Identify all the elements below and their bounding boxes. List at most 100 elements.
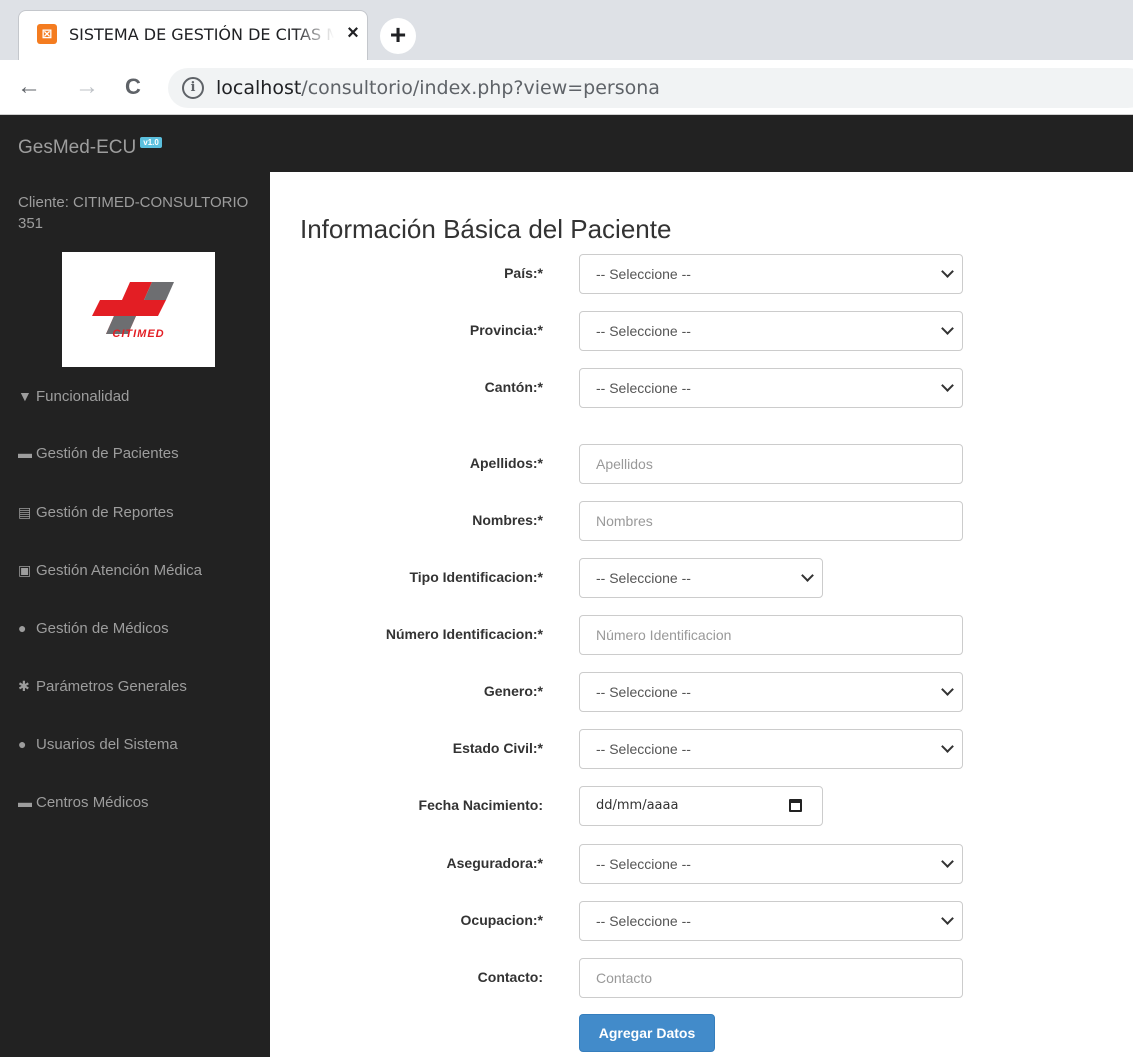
sidebar-item-label: Gestión de Reportes	[36, 504, 174, 521]
aseguradora-select[interactable]: -- Seleccione --	[579, 844, 963, 884]
form-row-apellidos: Apellidos:* Apellidos	[270, 444, 1133, 484]
form-row-nombres: Nombres:* Nombres	[270, 501, 1133, 541]
tipo-id-select[interactable]: -- Seleccione --	[579, 558, 823, 598]
numero-id-placeholder: Número Identificacion	[596, 627, 732, 643]
report-icon: ▤	[18, 504, 32, 520]
aseguradora-value: -- Seleccione --	[596, 856, 691, 872]
pais-select[interactable]: -- Seleccione --	[579, 254, 963, 294]
sidebar-item-medicos[interactable]: ● Gestión de Médicos	[18, 620, 169, 637]
pais-value: -- Seleccione --	[596, 266, 691, 282]
canton-value: -- Seleccione --	[596, 380, 691, 396]
new-tab-button[interactable]: +	[380, 18, 416, 54]
provincia-label: Provincia:*	[469, 322, 543, 338]
briefcase-icon: ▬	[18, 794, 32, 810]
sidebar-item-centros[interactable]: ▬ Centros Médicos	[18, 794, 149, 811]
sidebar-item-label: Usuarios del Sistema	[36, 736, 178, 753]
pais-label: País:*	[504, 265, 543, 281]
nombres-label: Nombres:*	[472, 512, 543, 528]
apellidos-placeholder: Apellidos	[596, 456, 653, 472]
contacto-input[interactable]: Contacto	[579, 958, 963, 998]
sidebar-item-usuarios[interactable]: ● Usuarios del Sistema	[18, 736, 178, 753]
sidebar-item-label: Centros Médicos	[36, 794, 149, 811]
folder-icon: ▬	[18, 445, 32, 461]
aseguradora-label: Aseguradora:*	[446, 855, 543, 871]
form-row-fecha-nacimiento: Fecha Nacimiento: dd/mm/aaaa	[270, 786, 1133, 826]
tab-title: SISTEMA DE GESTIÓN DE CITAS MÉDICAS	[69, 25, 334, 44]
chevron-down-icon	[941, 740, 954, 753]
users-icon: ●	[18, 736, 27, 752]
form-row-tipo-identificacion: Tipo Identificacion:* -- Seleccione --	[270, 558, 1133, 598]
forward-icon[interactable]: →	[72, 72, 102, 102]
form-row-contacto: Contacto: Contacto	[270, 958, 1133, 998]
estado-civil-label: Estado Civil:*	[452, 740, 543, 756]
page-title: Información Básica del Paciente	[300, 214, 672, 244]
sidebar-item-label: Parámetros Generales	[36, 678, 187, 695]
logo-text: CITIMED	[112, 328, 165, 340]
url-path: /consultorio/index.php?view=persona	[301, 77, 660, 99]
sidebar-item-parametros[interactable]: ✱ Parámetros Generales	[18, 678, 187, 695]
sidebar-item-label: Gestión de Médicos	[36, 620, 169, 637]
chevron-down-icon	[941, 379, 954, 392]
tab-close-icon[interactable]: ×	[341, 21, 365, 45]
sidebar-item-pacientes[interactable]: ▬ Gestión de Pacientes	[18, 445, 179, 462]
estado-civil-value: -- Seleccione --	[596, 741, 691, 757]
ocupacion-label: Ocupacion:*	[460, 912, 543, 928]
sidebar-item-label: Gestión Atención Médica	[36, 562, 202, 579]
sidebar-item-funcionalidad[interactable]: ▼ Funcionalidad	[18, 388, 129, 405]
agregar-datos-button[interactable]: Agregar Datos	[579, 1014, 715, 1052]
brand-name: GesMed-ECU	[18, 137, 137, 158]
app-brand[interactable]: GesMed-ECU v1.0	[18, 137, 162, 159]
browser-tab[interactable]: ⊠ SISTEMA DE GESTIÓN DE CITAS MÉDICAS ×	[18, 10, 368, 60]
numero-id-input[interactable]: Número Identificacion	[579, 615, 963, 655]
genero-value: -- Seleccione --	[596, 684, 691, 700]
client-name: Cliente: CITIMED-CONSULTORIO 351	[18, 194, 249, 232]
chevron-down-icon	[941, 855, 954, 868]
back-icon[interactable]: ←	[14, 72, 44, 102]
genero-select[interactable]: -- Seleccione --	[579, 672, 963, 712]
canton-label: Cantón:*	[484, 379, 543, 395]
chevron-down-icon	[941, 912, 954, 925]
apellidos-input[interactable]: Apellidos	[579, 444, 963, 484]
xampp-favicon-icon: ⊠	[37, 24, 57, 44]
sidebar-item-atencion-medica[interactable]: ▣ Gestión Atención Médica	[18, 562, 202, 579]
contacto-placeholder: Contacto	[596, 970, 653, 986]
provincia-select[interactable]: -- Seleccione --	[579, 311, 963, 351]
citimed-logo: CITIMED	[62, 252, 215, 367]
browser-toolbar: ← → C i localhost/consultorio/index.php?…	[0, 60, 1133, 115]
fecha-nac-label: Fecha Nacimiento:	[418, 797, 543, 813]
reload-icon[interactable]: C	[118, 72, 148, 102]
ocupacion-select[interactable]: -- Seleccione --	[579, 901, 963, 941]
form-row-pais: País:* -- Seleccione --	[270, 254, 1133, 294]
form-row-numero-identificacion: Número Identificacion:* Número Identific…	[270, 615, 1133, 655]
sidebar-item-reportes[interactable]: ▤ Gestión de Reportes	[18, 504, 174, 521]
sidebar-item-label: Gestión de Pacientes	[36, 445, 179, 462]
form-row-ocupacion: Ocupacion:* -- Seleccione --	[270, 901, 1133, 941]
canton-select[interactable]: -- Seleccione --	[579, 368, 963, 408]
fecha-nac-value: dd/mm/aaaa	[596, 798, 679, 813]
genero-label: Genero:*	[483, 683, 543, 699]
contacto-label: Contacto:	[477, 969, 543, 985]
address-bar[interactable]: i localhost/consultorio/index.php?view=p…	[168, 68, 1133, 108]
sidebar-item-label: Funcionalidad	[36, 388, 130, 405]
id-card-icon: ▣	[18, 562, 32, 578]
form-row-estado-civil: Estado Civil:* -- Seleccione --	[270, 729, 1133, 769]
estado-civil-select[interactable]: -- Seleccione --	[579, 729, 963, 769]
url-text[interactable]: localhost/consultorio/index.php?view=per…	[216, 77, 660, 99]
tipo-id-label: Tipo Identificacion:*	[409, 569, 543, 585]
filter-icon: ▼	[18, 388, 32, 404]
browser-tab-bar: ⊠ SISTEMA DE GESTIÓN DE CITAS MÉDICAS × …	[0, 0, 1133, 60]
user-icon: ●	[18, 620, 27, 636]
fecha-nac-input[interactable]: dd/mm/aaaa	[579, 786, 823, 826]
chevron-down-icon	[801, 569, 814, 582]
sidebar: Cliente: CITIMED-CONSULTORIO 351 CITIMED…	[0, 172, 270, 1057]
apellidos-label: Apellidos:*	[469, 455, 543, 471]
gear-icon: ✱	[18, 678, 30, 694]
app-navbar: GesMed-ECU v1.0	[0, 115, 1133, 172]
version-badge: v1.0	[140, 137, 162, 148]
form-row-genero: Genero:* -- Seleccione --	[270, 672, 1133, 712]
info-icon[interactable]: i	[182, 77, 204, 99]
calendar-icon[interactable]	[789, 799, 802, 812]
nombres-placeholder: Nombres	[596, 513, 653, 529]
nombres-input[interactable]: Nombres	[579, 501, 963, 541]
chevron-down-icon	[941, 683, 954, 696]
